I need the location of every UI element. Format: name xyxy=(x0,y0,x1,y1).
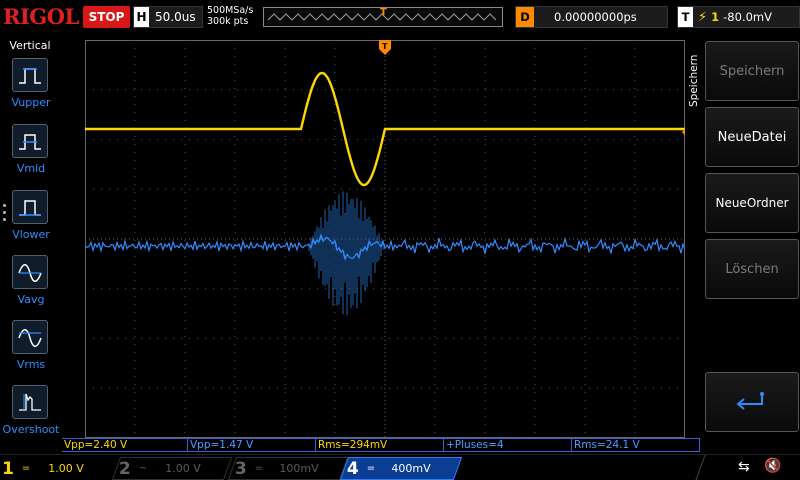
neue-ordner-button[interactable]: NeueOrdner xyxy=(705,173,799,233)
measure-label: Vmid xyxy=(16,162,46,175)
horizontal-timebase[interactable]: H 50.0us xyxy=(133,6,203,28)
channel-1-status[interactable]: 1 = 1.00 V xyxy=(0,457,112,480)
measure-label: Vlower xyxy=(12,228,50,241)
trigger-edge-icon: ⚡ xyxy=(698,9,708,25)
horizontal-delay[interactable]: D 0.00000000ps xyxy=(515,6,668,28)
trigger-level: -80.0mV xyxy=(723,10,772,24)
measurement-item[interactable]: Rms=24.1 V xyxy=(572,438,700,452)
empty-slot xyxy=(695,455,741,480)
horizontal-label: H xyxy=(134,7,149,27)
channel-3-status[interactable]: 3 = 100mV xyxy=(227,457,349,480)
speichern-button[interactable]: Speichern xyxy=(705,41,799,101)
measurement-item[interactable]: Vpp=2.40 V xyxy=(62,438,188,452)
timebase-value: 50.0us xyxy=(155,10,196,24)
graticule: 1 4 T T xyxy=(70,40,696,438)
vrms-icon xyxy=(12,320,48,354)
measure-label: Vavg xyxy=(17,293,45,306)
sample-rate: 500MSa/s xyxy=(207,5,254,16)
delay-value: 0.00000000ps xyxy=(554,10,637,24)
measurement-item[interactable]: +Pluses=4 xyxy=(444,438,572,452)
channel-scale: 400mV xyxy=(391,462,431,475)
trigger-label: T xyxy=(678,7,693,27)
overshoot-icon xyxy=(12,385,48,419)
usb-icon: ⇆ xyxy=(738,459,750,475)
delay-label: D xyxy=(516,7,534,27)
panel-title: Vertical xyxy=(9,39,51,52)
svg-text:T: T xyxy=(382,42,388,51)
measure-vavg[interactable]: Vavg xyxy=(0,255,62,317)
vmid-icon xyxy=(12,124,48,158)
dc-coupling-icon: = xyxy=(21,463,31,474)
measure-vlower[interactable]: Vlower xyxy=(0,190,62,252)
enter-return-icon xyxy=(736,392,764,410)
top-status-bar: RIGOL STOP H 50.0us 500MSa/s 300k pts T … xyxy=(0,0,800,36)
dc-coupling-icon: = xyxy=(366,463,376,474)
vlower-icon xyxy=(12,190,48,224)
speaker-muted-icon[interactable]: 🔇 xyxy=(764,458,781,474)
measure-vmid[interactable]: Vmid xyxy=(0,124,62,186)
channel-scale: 100mV xyxy=(279,462,319,475)
neue-datei-button[interactable]: NeueDatei xyxy=(705,107,799,167)
channel-number: 3 xyxy=(235,458,247,479)
measurement-item[interactable]: Vpp=1.47 V xyxy=(188,438,316,452)
measure-vupper[interactable]: Vupper xyxy=(0,58,62,120)
run-stop-status[interactable]: STOP xyxy=(83,6,130,28)
trigger-position-marker: T xyxy=(380,7,387,18)
vertical-measure-panel: Vertical Vupper Vmid Vlower Vavg Vrms Ov… xyxy=(0,36,62,438)
vavg-icon xyxy=(12,255,48,289)
waveform-display[interactable]: 1 4 T T xyxy=(70,40,696,438)
vupper-icon xyxy=(12,58,48,92)
channel-number: 4 xyxy=(347,458,359,479)
channel-2-status[interactable]: 2 ~ 1.00 V xyxy=(111,457,233,480)
menu-title: Speichern xyxy=(688,54,700,108)
trigger-channel: 1 xyxy=(711,10,720,24)
measure-label: Overshoot xyxy=(2,423,60,436)
acquisition-info: 500MSa/s 300k pts xyxy=(207,5,253,27)
loeschen-button[interactable]: Löschen xyxy=(705,239,799,299)
measurement-item[interactable]: Rms=294mV xyxy=(316,438,444,452)
channel-number: 1 xyxy=(2,458,14,479)
measure-overshoot[interactable]: Overshoot xyxy=(0,385,62,447)
memory-depth: 300k pts xyxy=(207,16,249,27)
channel-4-status[interactable]: 4 = 400mV xyxy=(339,457,463,480)
measure-label: Vupper xyxy=(11,96,51,109)
measurement-bar: Vpp=2.40 V Vpp=1.47 V Rms=294mV +Pluses=… xyxy=(62,438,700,454)
channel-status-bar: 1 = 1.00 V 2 ~ 1.00 V 3 = 100mV 4 = 400m… xyxy=(0,454,800,480)
channel-number: 2 xyxy=(119,458,131,479)
channel-scale: 1.00 V xyxy=(48,462,84,475)
dc-coupling-icon: = xyxy=(254,463,264,474)
measure-label: Vrms xyxy=(16,358,46,371)
measure-vrms[interactable]: Vrms xyxy=(0,320,62,382)
ac-coupling-icon: ~ xyxy=(138,463,148,474)
save-menu-panel: Speichern Speichern NeueDatei NeueOrdner… xyxy=(688,36,800,438)
trigger-settings[interactable]: T ⚡ 1 -80.0mV xyxy=(677,6,800,28)
enter-button[interactable] xyxy=(705,372,799,432)
horizontal-position-bar[interactable]: T xyxy=(263,7,503,27)
brand-logo: RIGOL xyxy=(3,4,79,29)
channel-scale: 1.00 V xyxy=(165,462,201,475)
